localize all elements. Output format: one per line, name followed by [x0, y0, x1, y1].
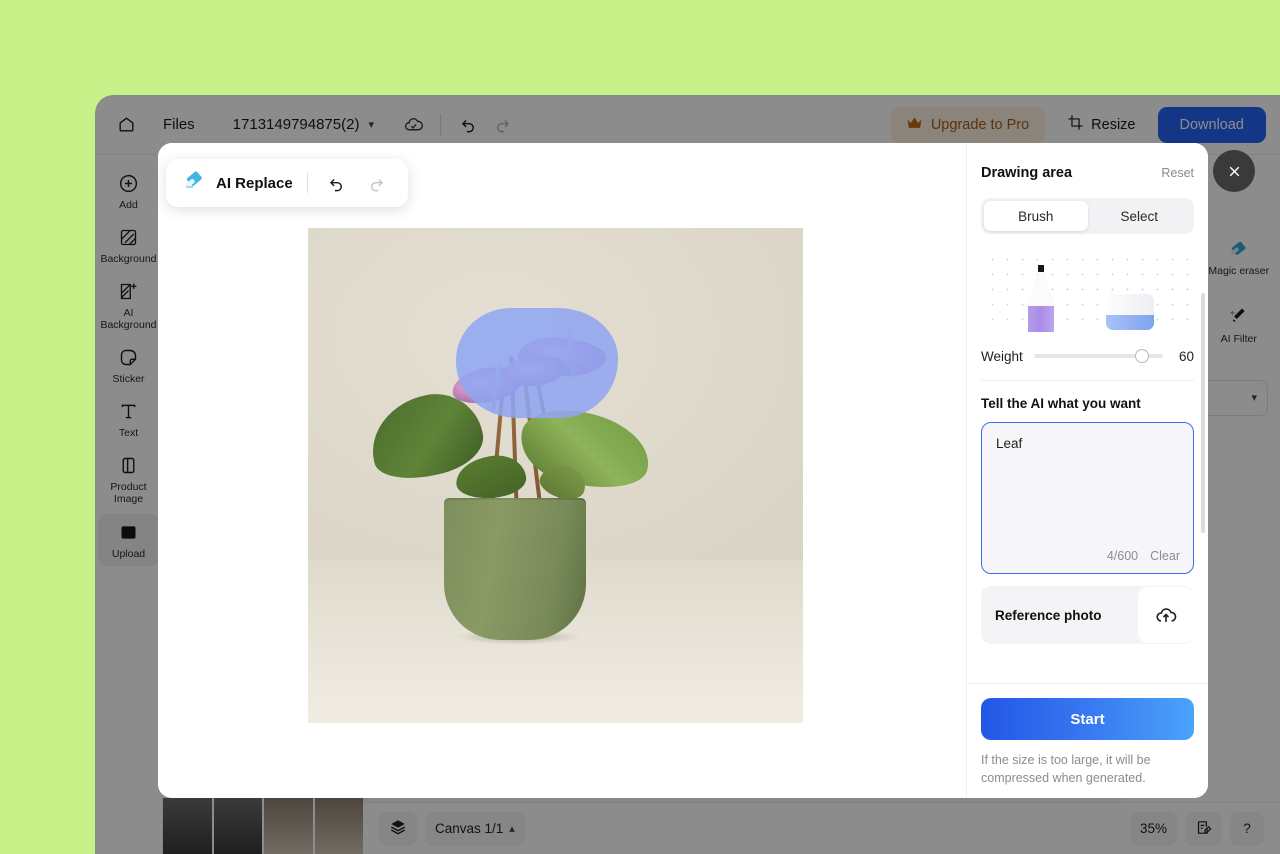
- editing-canvas[interactable]: [308, 228, 803, 723]
- modal-settings-pane: Drawing area Reset Brush Select Weight 6…: [966, 143, 1208, 798]
- cloud-upload-icon[interactable]: [1138, 587, 1194, 643]
- prompt-counter: 4/600: [1106, 549, 1139, 563]
- slider-knob[interactable]: [1134, 349, 1149, 363]
- weight-value: 60: [1178, 348, 1194, 364]
- brush-select-tabs: Brush Select: [981, 198, 1194, 234]
- reference-photo-label: Reference photo: [995, 607, 1102, 623]
- prompt-value: Leaf: [996, 436, 1023, 451]
- settings-scrollbar[interactable]: [1201, 293, 1205, 533]
- drawing-area-title: Drawing area: [981, 165, 1073, 181]
- size-hint: If the size is too large, it will be com…: [981, 753, 1151, 786]
- plant-pot: [444, 500, 586, 640]
- prompt-footer: 4/600 Clear: [1107, 549, 1180, 563]
- weight-control: Weight 60: [981, 348, 1194, 364]
- redo-icon: [362, 168, 392, 198]
- weight-label: Weight: [981, 348, 1023, 364]
- reference-photo-row: Reference photo: [981, 586, 1194, 644]
- pen-body: [1028, 306, 1054, 332]
- eraser-tool-icon[interactable]: [1106, 294, 1154, 330]
- pen-tool-icon[interactable]: [1026, 264, 1056, 332]
- ai-replace-eraser-icon: [182, 169, 206, 198]
- ai-replace-modal: AI Replace Drawing area Reset Brush Sele…: [158, 143, 1208, 798]
- start-button[interactable]: Start: [981, 698, 1194, 740]
- modal-footer: Start If the size is too large, it will …: [967, 683, 1208, 798]
- undo-icon[interactable]: [322, 168, 352, 198]
- toolbar-divider: [306, 173, 308, 193]
- modal-canvas-pane: AI Replace: [158, 143, 966, 798]
- prompt-title: Tell the AI what you want: [981, 396, 1141, 411]
- ai-replace-toolbar: AI Replace: [166, 159, 408, 207]
- prompt-input[interactable]: Leaf 4/600 Clear: [981, 422, 1194, 574]
- ai-replace-title: AI Replace: [216, 174, 293, 192]
- prompt-clear-button[interactable]: Clear: [1150, 549, 1180, 563]
- settings-scroll-area: Drawing area Reset Brush Select Weight 6…: [967, 143, 1208, 683]
- tool-preview-grid: [981, 246, 1194, 334]
- eraser-bottom: [1106, 314, 1154, 330]
- brush-mask-selection[interactable]: [456, 308, 618, 418]
- pen-nib: [1038, 265, 1044, 272]
- tab-select[interactable]: Select: [1088, 201, 1192, 231]
- reset-button[interactable]: Reset: [1161, 166, 1194, 180]
- drawing-area-header: Drawing area Reset: [981, 165, 1194, 181]
- eraser-top: [1106, 294, 1154, 315]
- section-divider: [981, 380, 1194, 381]
- product-photo: [308, 228, 803, 723]
- tab-brush[interactable]: Brush: [984, 201, 1088, 231]
- weight-slider[interactable]: [1033, 348, 1163, 364]
- close-modal-button[interactable]: [1213, 150, 1255, 192]
